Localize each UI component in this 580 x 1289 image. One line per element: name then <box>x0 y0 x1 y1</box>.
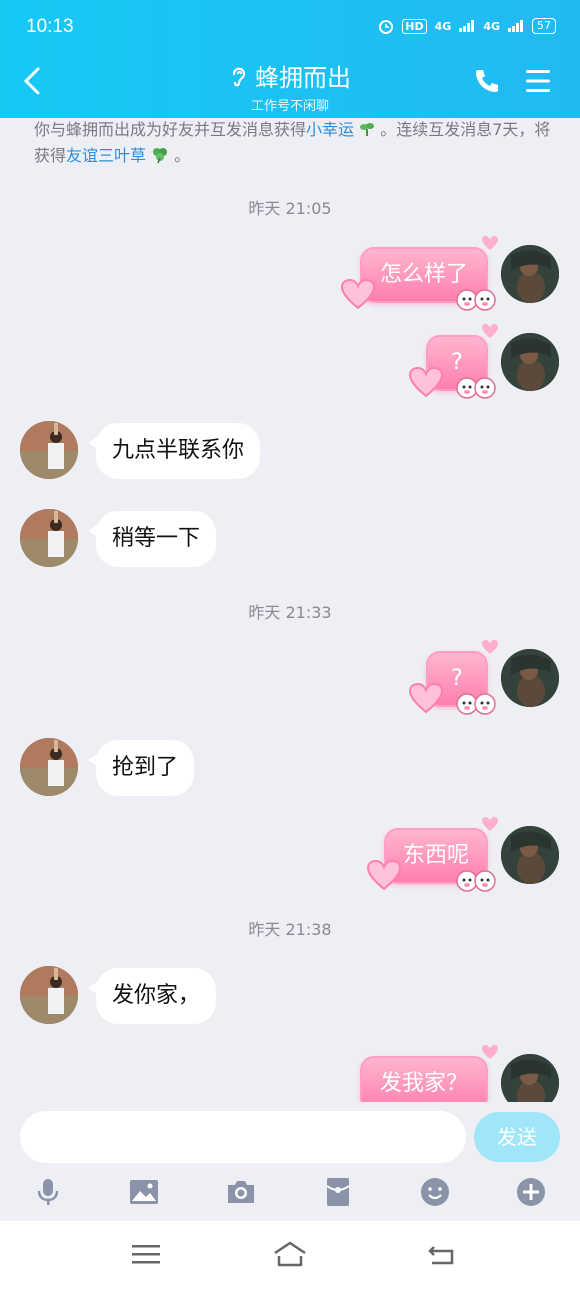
camera-icon[interactable] <box>225 1176 257 1208</box>
received-message-bubble[interactable]: 稍等一下 <box>87 511 217 567</box>
notice-text: 。 <box>169 146 191 165</box>
bear-sticker-icon <box>456 693 496 715</box>
signal-4g-2: 4G <box>483 19 500 33</box>
received-message-bubble[interactable]: 发你家， <box>87 968 217 1024</box>
chat-header: 10:13 HD 4G 4G 57 蜂拥而出 工作号不闲聊 <box>0 0 580 118</box>
heart-decoration-icon <box>408 366 444 398</box>
received-message-bubble[interactable]: 抢到了 <box>87 740 195 796</box>
ear-icon <box>232 67 246 86</box>
message-timestamp: 昨天 21:05 <box>248 199 332 218</box>
bear-sticker-icon <box>456 870 496 892</box>
microphone-icon[interactable] <box>32 1176 64 1208</box>
hd-indicator: HD <box>402 18 427 34</box>
small-heart-icon <box>482 640 498 654</box>
partial-message-row: 发我家？ <box>0 1040 580 1102</box>
contact-avatar[interactable] <box>20 421 78 479</box>
message-input[interactable] <box>20 1111 466 1163</box>
sprout-icon <box>360 123 375 136</box>
status-icons: HD 4G 4G 57 <box>378 18 556 34</box>
chat-subtitle: 工作号不闲聊 <box>250 99 329 114</box>
my-avatar[interactable] <box>501 245 559 303</box>
clover-icon <box>153 148 168 164</box>
heart-decoration-icon <box>340 278 376 310</box>
back-nav-icon[interactable] <box>424 1239 460 1269</box>
signal-4g-1: 4G <box>434 19 452 33</box>
lucky-link[interactable]: 小幸运 <box>306 120 354 139</box>
chat-title: 蜂拥而出 <box>255 64 351 92</box>
phone-call-button[interactable] <box>472 66 502 96</box>
heart-decoration-icon <box>408 682 444 714</box>
notice-text: 你与蜂拥而出成为好友并互发消息获得 <box>34 120 307 139</box>
battery-indicator: 57 <box>532 18 556 34</box>
clover-link[interactable]: 友谊三叶草 <box>66 146 146 165</box>
message-timestamp: 昨天 21:33 <box>248 603 332 622</box>
bear-sticker-icon <box>456 289 496 311</box>
signal-bars-icon <box>508 20 523 32</box>
menu-button[interactable] <box>524 68 552 94</box>
signal-bars-icon <box>459 20 475 32</box>
contact-avatar[interactable] <box>20 966 78 1024</box>
emoji-icon[interactable] <box>419 1176 451 1208</box>
my-avatar[interactable] <box>501 649 559 707</box>
recent-apps-icon[interactable] <box>128 1239 164 1269</box>
my-avatar[interactable] <box>501 333 559 391</box>
received-message-bubble[interactable]: 九点半联系你 <box>87 423 261 479</box>
status-time: 10:13 <box>26 16 74 37</box>
contact-avatar[interactable] <box>20 738 78 796</box>
alarm-icon <box>379 20 394 34</box>
small-heart-icon <box>482 324 498 338</box>
my-avatar[interactable] <box>501 1054 559 1102</box>
bear-sticker-icon <box>456 377 496 399</box>
message-timestamp: 昨天 21:38 <box>248 920 332 939</box>
contact-avatar[interactable] <box>20 509 78 567</box>
red-packet-icon[interactable] <box>322 1176 354 1208</box>
small-heart-icon <box>482 1045 498 1059</box>
small-heart-icon <box>482 236 498 250</box>
friendship-notice: 你与蜂拥而出成为好友并互发消息获得小幸运 。连续互发消息7天，将获得友谊三叶草 … <box>34 117 554 169</box>
plus-icon[interactable] <box>515 1176 547 1208</box>
home-icon[interactable] <box>272 1239 308 1269</box>
small-heart-icon <box>482 817 498 831</box>
my-avatar[interactable] <box>501 826 559 884</box>
sent-message-bubble[interactable]: 发我家？ <box>360 1056 488 1102</box>
status-bar: 10:13 HD 4G 4G 57 <box>0 0 580 54</box>
heart-decoration-icon <box>366 859 402 891</box>
image-icon[interactable] <box>128 1176 160 1208</box>
send-button[interactable]: 发送 <box>474 1112 560 1162</box>
system-navigation-bar <box>0 1221 580 1289</box>
